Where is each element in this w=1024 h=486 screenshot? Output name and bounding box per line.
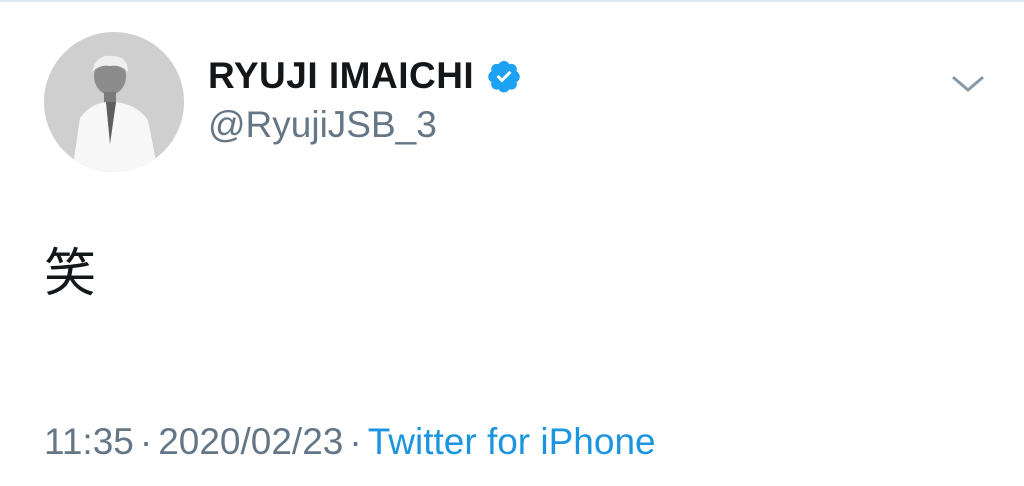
tweet-date[interactable]: 2020/02/23 [158, 421, 343, 462]
top-divider [0, 0, 1024, 2]
avatar-photo [44, 32, 184, 172]
author-name-row: RYUJI IMAICHI [208, 52, 522, 100]
chevron-down-icon[interactable] [950, 70, 986, 98]
tweet-metadata: 11:35 · 2020/02/23 · Twitter for iPhone [44, 418, 656, 466]
tweet-text: 笑 [44, 244, 97, 304]
tweet-time[interactable]: 11:35 [44, 421, 134, 462]
author-display-name[interactable]: RYUJI IMAICHI [208, 55, 474, 97]
meta-separator: · [349, 421, 362, 462]
verified-badge-icon [486, 58, 522, 94]
avatar[interactable] [44, 32, 184, 172]
meta-separator: · [139, 421, 153, 462]
author-handle[interactable]: @RyujiJSB_3 [208, 104, 437, 146]
tweet-source-link[interactable]: Twitter for iPhone [368, 421, 656, 462]
